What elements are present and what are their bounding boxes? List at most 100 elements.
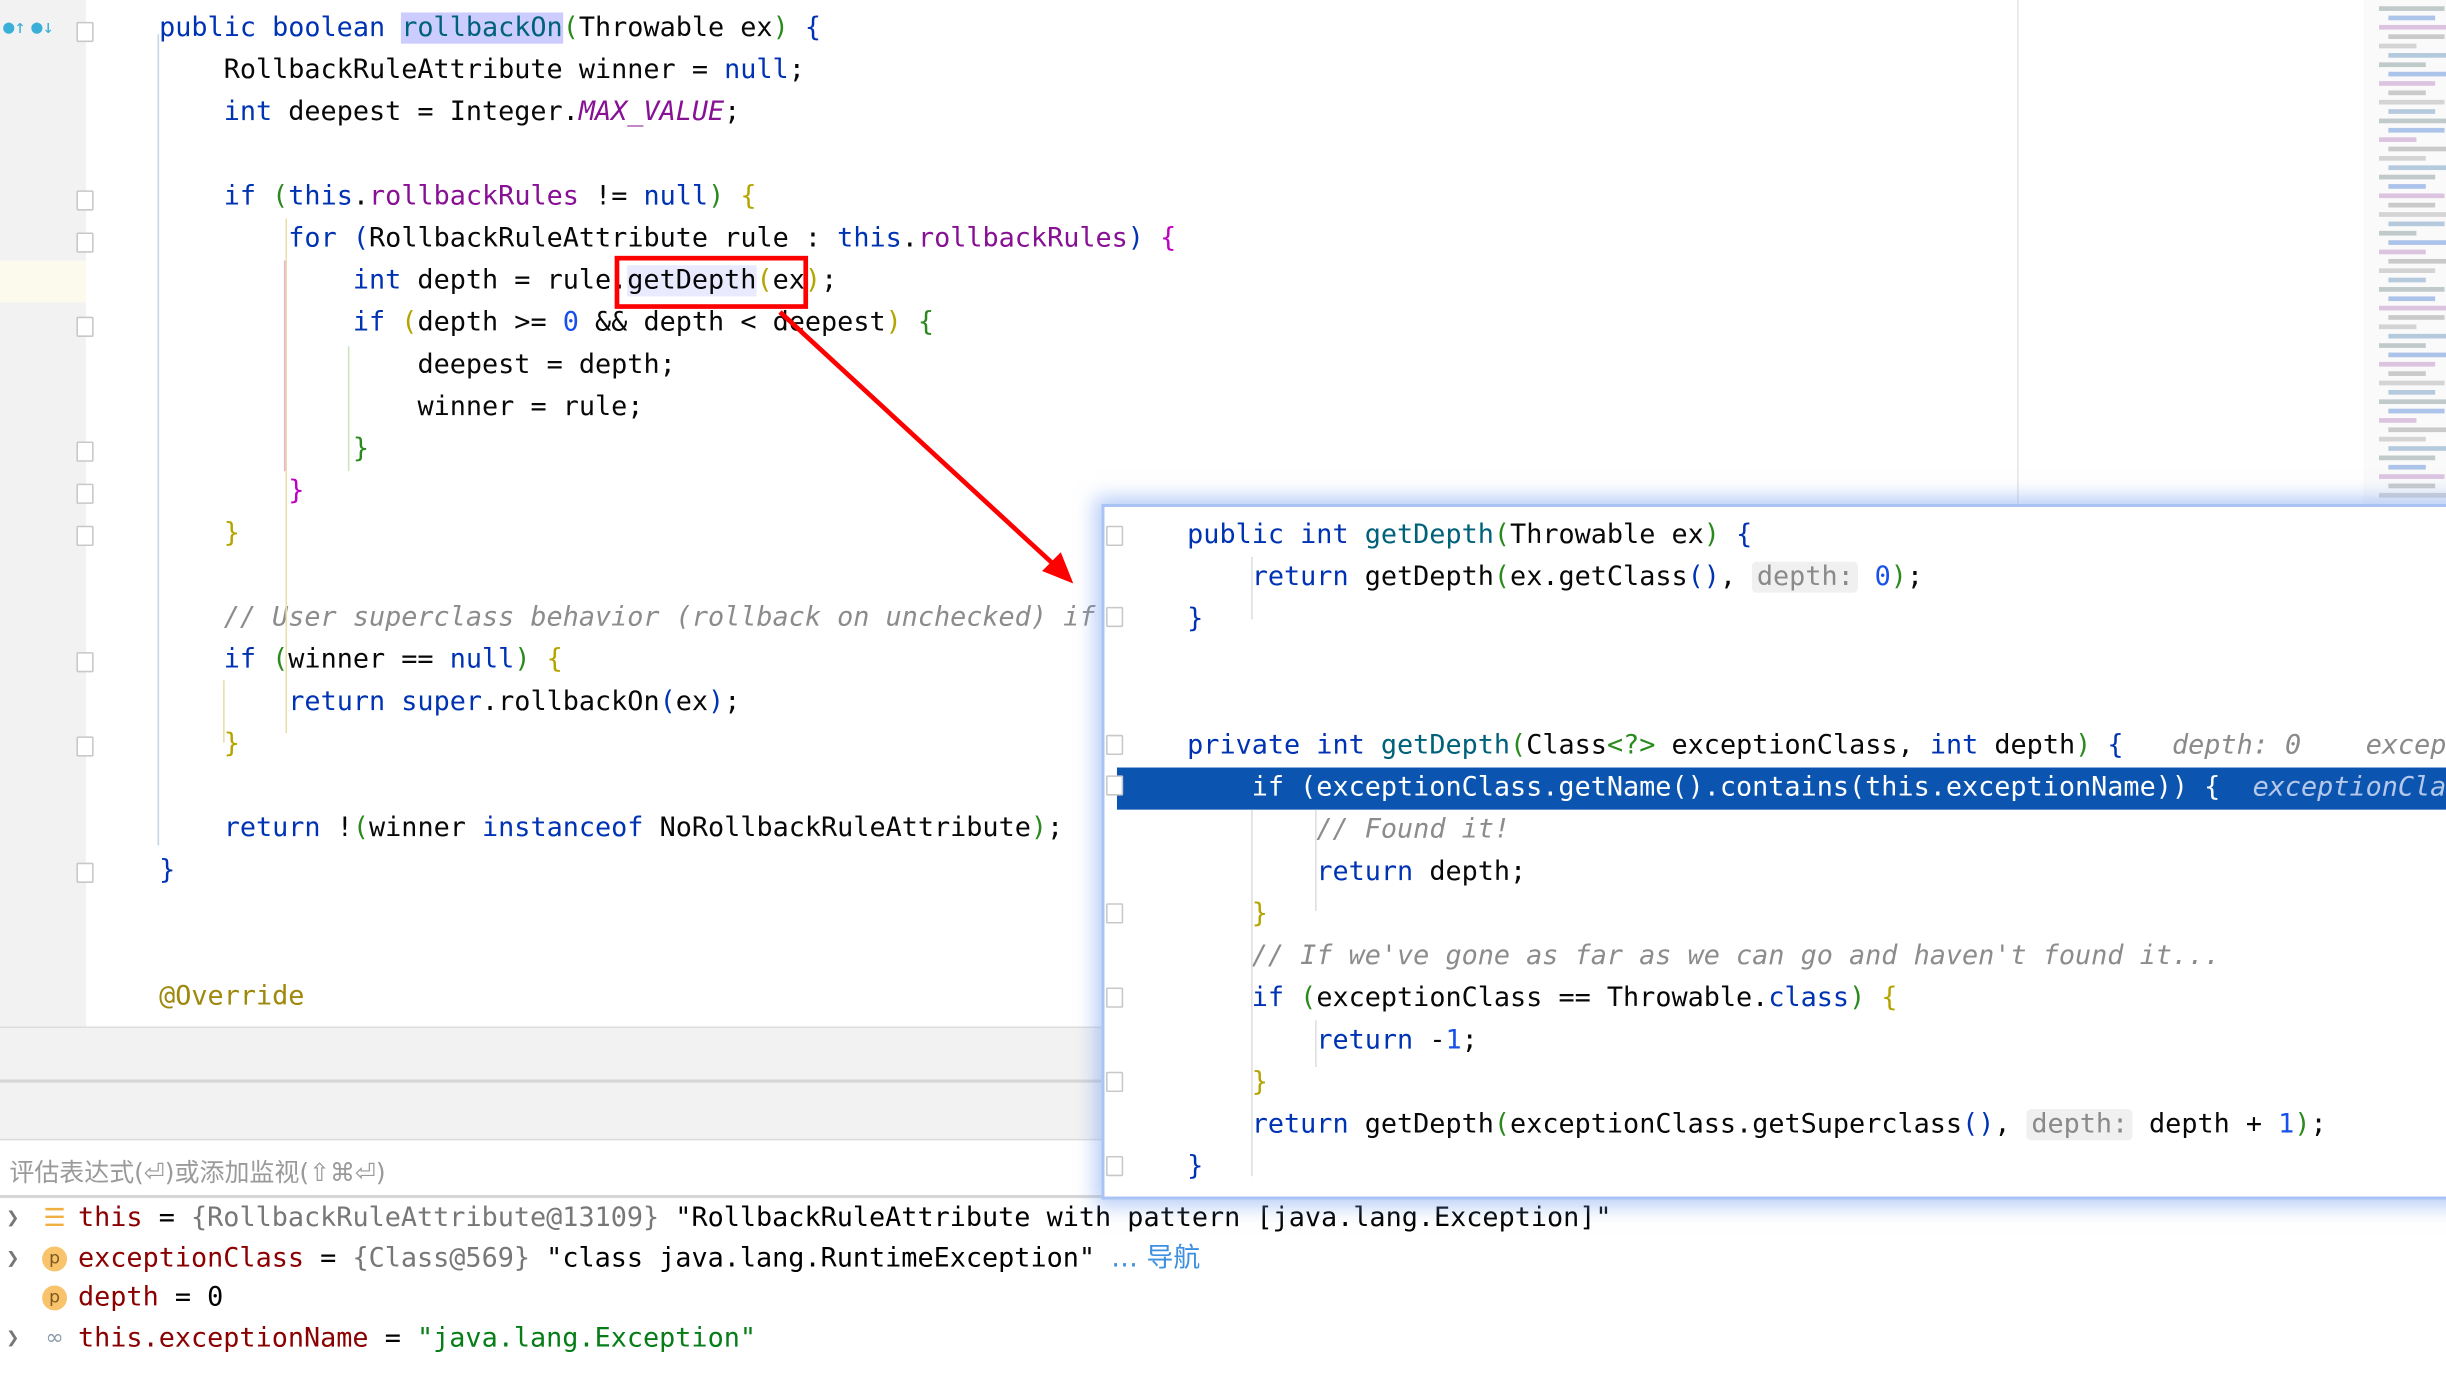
code-token: ) [2075,730,2092,762]
fold-toggle-icon[interactable] [76,21,94,43]
fold-toggle-icon[interactable] [1106,606,1124,628]
code-token: exceptionClass, [1655,730,1930,762]
fold-toggle-icon[interactable] [1106,903,1124,924]
code-token: // Found it! [1316,814,1511,846]
code-line: if (exceptionClass == Throwable.class) { [1252,978,1898,1020]
code-token: depth; [1429,856,1527,888]
code-line: } [1252,1062,1268,1104]
code-line: // Found it! [1316,810,1510,852]
quick-definition-popup[interactable]: public int getDepth(Throwable ex) {retur… [1101,503,2446,1200]
variable-row[interactable]: ❯ ☰ this = {RollbackRuleAttribute@13109} "… [0,1198,2446,1239]
parameter-icon: p [42,1286,68,1312]
code-token: { [2091,730,2124,762]
indent-guide [1251,809,1253,1177]
variable-eq: = [368,1323,418,1355]
fold-toggle-icon[interactable] [76,652,94,673]
code-token: <?> [1606,730,1656,762]
code-token: ; [2310,1109,2327,1141]
variable-value: "RollbackRuleAttribute with pattern [jav… [675,1202,1612,1234]
code-line: public int getDepth(Throwable ex) { [1187,515,1752,557]
fold-toggle-icon[interactable] [1106,1155,1124,1177]
code-token: ) [1890,561,1907,593]
variable-row[interactable]: p depth = 0 [0,1278,2446,1319]
code-token: class [1768,982,1850,1014]
code-token: - [1429,1024,1446,1057]
variable-value: "class java.lang.RuntimeException" [546,1242,1096,1275]
code-token: , [1994,1109,2027,1141]
code-token: () [1962,1109,1995,1141]
code-token: getDepth [1364,1109,1494,1141]
fold-toggle-icon[interactable] [76,232,94,253]
fold-toggle-icon[interactable] [76,525,94,546]
code-token: return [1316,1024,1430,1057]
code-token: ( [1493,519,1511,551]
evaluate-placeholder: 评估表达式(⏎)或添加监视(⇧⌘⏎) [9,1157,386,1188]
variable-type: {RollbackRuleAttribute@13109} [191,1202,676,1234]
navigate-link[interactable]: … 导航 [1111,1243,1200,1274]
fold-toggle-icon[interactable] [76,190,94,211]
code-token: public int [1187,519,1365,551]
fold-toggle-icon[interactable] [76,483,94,504]
parameter-hint: depth: [2026,1109,2133,1141]
code-line-selected: if (exceptionClass.getName().contains(th… [1252,768,2446,810]
code-token: 0 [1874,561,1891,593]
expand-chevron-icon[interactable]: ❯ [6,1198,19,1239]
code-token: if (exceptionClass.getName().contains(th… [1251,772,2221,804]
code-token: } [1251,1067,1268,1099]
fold-toggle-icon[interactable] [76,736,94,757]
code-token: getDepth [1380,730,1511,762]
code-token: () [1687,561,1720,593]
code-token: exceptionClass == Throwable. [1316,982,1769,1014]
variable-value: "java.lang.Exception" [417,1323,757,1355]
variable-name: this [78,1202,143,1234]
fold-toggle-icon[interactable] [1106,734,1124,756]
code-token: ; [1906,561,1924,593]
variable-eq: = [304,1242,353,1275]
ide-window: ●↑ ●↓ ● public boolean rollbackOn(Throwa… [0,0,2446,1388]
code-token: return [1251,1109,1365,1141]
parameter-icon: p [42,1245,68,1271]
code-line: return depth; [1316,852,1526,894]
fold-toggle-icon[interactable] [76,441,94,462]
variable-eq: = [158,1282,208,1315]
fold-toggle-icon[interactable] [1106,525,1124,546]
variable-name: this.exceptionName [78,1323,369,1355]
code-token: 1 [2278,1109,2295,1141]
watch-glasses-icon: ∞ [45,1326,64,1352]
code-token: { [1865,982,1898,1014]
variable-value: 0 [207,1282,224,1315]
code-line: // If we've gone as far as we can go and… [1252,936,2221,978]
code-token: depth + [2132,1109,2279,1141]
expand-chevron-icon[interactable]: ❯ [6,1238,19,1279]
code-token: } [1187,603,1204,635]
parameter-hint: depth: [1752,561,1859,593]
expand-chevron-icon[interactable]: ❯ [6,1318,19,1359]
fold-toggle-icon[interactable] [1106,987,1124,1008]
code-token: exceptionClass.getSuperclass [1510,1109,1963,1141]
code-token: ) [1849,982,1866,1014]
fold-toggle-icon[interactable] [76,316,94,337]
code-token: depth [1978,730,2076,762]
code-line: private int getDepth(Class<?> exceptionC… [1187,725,2446,767]
code-line: } [1187,1147,1203,1189]
code-line: } [1187,599,1203,641]
code-token: getDepth [1364,519,1494,551]
fold-toggle-icon[interactable] [76,862,94,883]
code-line: return -1; [1316,1020,1477,1062]
code-token: ( [1510,730,1527,762]
code-token: ( [1493,561,1511,593]
code-line: return getDepth(ex.getClass(), depth: 0)… [1252,557,1923,599]
fold-toggle-icon[interactable] [1106,775,1124,796]
variable-type: {Class@569} [352,1242,547,1275]
variable-name: exceptionClass [78,1242,305,1275]
variable-row[interactable]: ❯ p exceptionClass = {Class@569} "class ja… [0,1238,2446,1279]
code-token: ; [1461,1024,1478,1057]
code-line: return getDepth(exceptionClass.getSuperc… [1252,1104,2327,1146]
fold-toggle-icon[interactable] [1106,1071,1124,1092]
code-token: } [1187,1151,1204,1183]
code-token: return [1316,856,1430,888]
code-token: ( [1300,982,1317,1014]
variable-row[interactable]: ❯ ∞ this.exceptionName = "java.lang.Except… [0,1318,2446,1359]
code-token: // If we've gone as far as we can go and… [1251,940,2221,972]
